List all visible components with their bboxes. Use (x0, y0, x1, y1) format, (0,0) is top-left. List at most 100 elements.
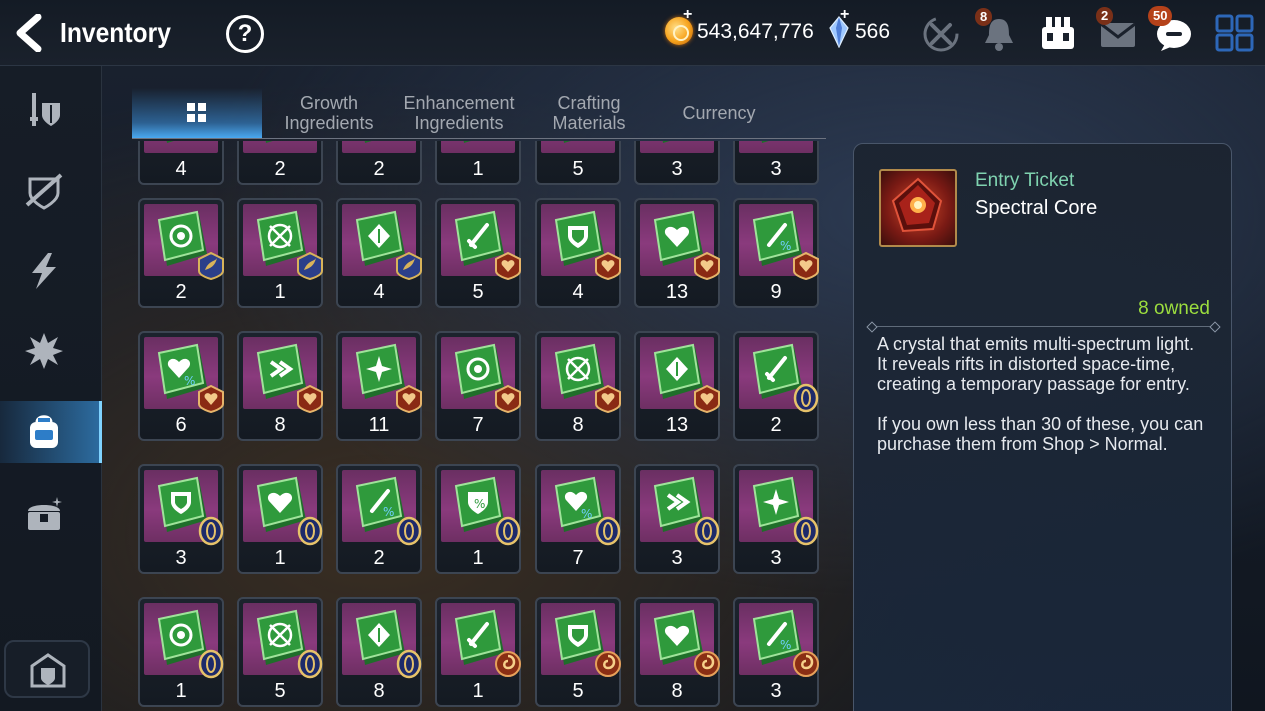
oval-emblem-icon (296, 516, 324, 546)
inventory-slot[interactable]: 5 (435, 198, 521, 308)
inventory-slot[interactable]: 2 (336, 141, 422, 185)
inventory-slot[interactable]: % 1 (435, 464, 521, 574)
inventory-slot[interactable]: 3 (634, 141, 720, 185)
inventory-slot[interactable]: 5 (237, 597, 323, 707)
inventory-slot[interactable]: 1 (435, 597, 521, 707)
inventory-slot[interactable]: % 6 (138, 331, 224, 441)
grid-icon (187, 103, 206, 122)
heart-emblem-icon (594, 383, 622, 414)
item-artwork (441, 141, 515, 153)
tab-currency[interactable]: Currency (654, 88, 784, 138)
inventory-slot[interactable]: 13 (634, 198, 720, 308)
guild-icon[interactable] (1037, 13, 1079, 53)
inventory-slot[interactable]: 4 (138, 141, 224, 185)
item-quantity: 9 (770, 281, 782, 303)
svg-text:%: % (581, 507, 592, 521)
menu-grid-icon[interactable] (1214, 13, 1256, 53)
inventory-slot[interactable]: 7 (435, 331, 521, 441)
tab-crafting-materials[interactable]: Crafting Materials (524, 88, 654, 138)
swirl-emblem-icon (792, 649, 820, 679)
item-quantity: 5 (572, 680, 584, 702)
back-button[interactable] (12, 13, 48, 53)
item-quantity: 1 (274, 281, 286, 303)
chat-badge: 50 (1148, 6, 1173, 26)
item-name: Spectral Core (975, 197, 1098, 219)
sidebar-item-unequipped[interactable] (0, 160, 102, 222)
category-sidebar (0, 66, 102, 711)
category-tabs: Growth Ingredients Enhancement Ingredien… (132, 88, 826, 140)
oval-emblem-icon (792, 383, 820, 413)
inventory-slot[interactable]: 1 (138, 597, 224, 707)
inventory-slot[interactable]: 3 (733, 464, 819, 574)
item-quantity: 1 (175, 680, 187, 702)
item-quantity: 5 (472, 281, 484, 303)
item-artwork (739, 141, 813, 153)
inventory-slot[interactable]: 3 (138, 464, 224, 574)
item-quantity: 5 (572, 158, 584, 180)
inventory-slot[interactable]: % 3 (733, 597, 819, 707)
rune-gem-icon (463, 141, 471, 143)
top-bar: Inventory ? + 543,647,776 + 566 8 2 50 (0, 0, 1265, 66)
sidebar-item-equipment[interactable] (0, 78, 102, 140)
crystal-plus-icon[interactable]: + (840, 6, 849, 24)
inventory-slot[interactable]: 8 (336, 597, 422, 707)
item-quantity: 2 (373, 158, 385, 180)
tab-divider (132, 138, 826, 139)
inventory-slot[interactable]: % 7 (535, 464, 621, 574)
rune-gem-icon (662, 141, 670, 143)
svg-text:%: % (383, 505, 394, 519)
swirl-emblem-icon (594, 649, 622, 679)
help-button[interactable]: ? (226, 15, 264, 53)
item-quantity: 3 (770, 680, 782, 702)
inventory-slot[interactable]: 4 (535, 198, 621, 308)
inventory-slot[interactable]: % 9 (733, 198, 819, 308)
mail-badge: 2 (1096, 7, 1114, 25)
item-artwork (342, 141, 416, 153)
sidebar-item-catalyst[interactable] (0, 240, 102, 302)
inventory-slot[interactable]: 8 (237, 331, 323, 441)
inventory-slot[interactable]: 5 (535, 597, 621, 707)
inventory-slot[interactable]: 11 (336, 331, 422, 441)
storage-house-icon (30, 653, 66, 688)
inventory-slot[interactable]: 3 (733, 141, 819, 185)
arena-swords-icon[interactable] (920, 13, 962, 53)
inventory-slot[interactable]: 8 (634, 597, 720, 707)
unequip-shield-icon (25, 173, 63, 210)
tab-enhancement-ingredients[interactable]: Enhancement Ingredients (394, 88, 524, 138)
inventory-slot[interactable]: % 2 (336, 464, 422, 574)
inventory-slot[interactable]: 2 (733, 331, 819, 441)
inventory-slot[interactable]: 1 (237, 464, 323, 574)
heart-emblem-icon (395, 383, 423, 414)
tab-all[interactable] (132, 88, 262, 138)
inventory-slot[interactable]: 2 (237, 141, 323, 185)
inventory-slot[interactable]: 1 (237, 198, 323, 308)
lightning-icon (32, 253, 56, 289)
item-artwork (640, 141, 714, 153)
equipment-icon (30, 93, 60, 126)
tab-growth-ingredients[interactable]: Growth Ingredients (264, 88, 394, 138)
inventory-slot[interactable]: 1 (435, 141, 521, 185)
inventory-slot[interactable]: 2 (138, 198, 224, 308)
item-artwork (144, 141, 218, 153)
sidebar-item-materials[interactable] (0, 401, 102, 463)
item-quantity: 6 (175, 414, 187, 436)
oval-emblem-icon (395, 649, 423, 679)
sidebar-item-artifact[interactable] (0, 320, 102, 382)
inventory-slot[interactable]: 3 (634, 464, 720, 574)
item-quantity: 2 (274, 158, 286, 180)
inventory-slot[interactable]: 5 (535, 141, 621, 185)
rune-gem-icon (761, 141, 769, 143)
spectral-core-icon (879, 169, 957, 247)
heart-emblem-icon (494, 383, 522, 414)
artifact-burst-icon (25, 333, 63, 369)
item-description: A crystal that emits multi-spectrum ligh… (877, 334, 1204, 454)
oval-emblem-icon (792, 516, 820, 546)
inventory-slot[interactable]: 4 (336, 198, 422, 308)
storage-button[interactable] (4, 640, 90, 698)
sidebar-item-chest[interactable] (0, 484, 102, 546)
inventory-slot[interactable]: 13 (634, 331, 720, 441)
back-arrow-icon (16, 13, 42, 53)
item-quantity: 1 (274, 547, 286, 569)
inventory-slot[interactable]: 8 (535, 331, 621, 441)
gold-plus-icon[interactable]: + (683, 6, 692, 24)
